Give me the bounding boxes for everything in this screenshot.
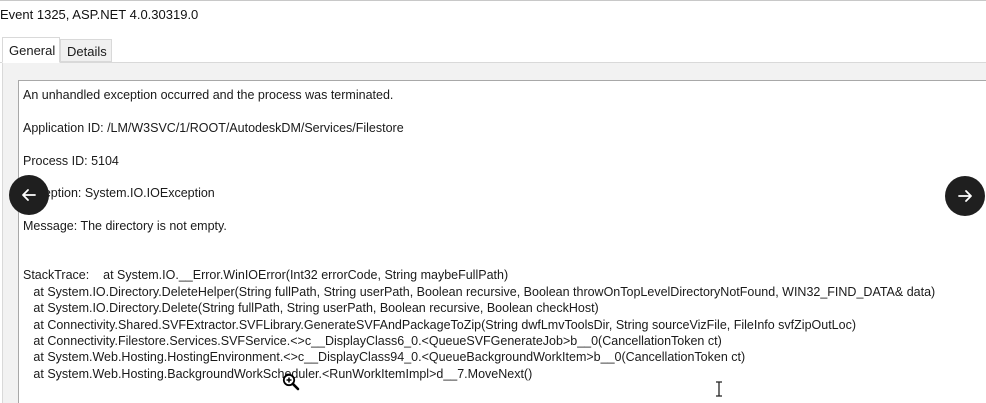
tab-strip: General Details	[0, 37, 986, 63]
exception-type: Exception: System.IO.IOException	[23, 186, 215, 201]
i-beam-cursor-icon	[716, 381, 722, 397]
event-summary: An unhandled exception occurred and the …	[23, 88, 394, 102]
stacktrace-line: at System.IO.Directory.DeleteHelper(Stri…	[23, 284, 936, 299]
stacktrace-line: at Connectivity.Filestore.Services.SVFSe…	[23, 334, 722, 348]
stacktrace-line: at System.IO.Directory.Delete(String ful…	[23, 301, 599, 316]
tab-details[interactable]: Details	[60, 39, 112, 62]
arrow-left-icon	[22, 189, 36, 201]
arrow-right-icon	[958, 190, 972, 202]
application-id: Application ID: /LM/W3SVC/1/ROOT/Autodes…	[23, 120, 404, 135]
event-properties-window: Event 1325, ASP.NET 4.0.30319.0 General …	[0, 0, 986, 403]
stacktrace-line: at System.Web.Hosting.BackgroundWorkSche…	[23, 366, 533, 381]
tab-general[interactable]: General	[2, 37, 60, 63]
zoom-in-cursor-icon	[282, 373, 300, 391]
next-button[interactable]	[945, 176, 985, 216]
window-title: Event 1325, ASP.NET 4.0.30319.0	[0, 7, 199, 22]
general-tab-panel: An unhandled exception occurred and the …	[2, 63, 986, 403]
title-bar: Event 1325, ASP.NET 4.0.30319.0	[0, 0, 986, 33]
event-description-textbox[interactable]: An unhandled exception occurred and the …	[18, 80, 986, 403]
exception-message: Message: The directory is not empty.	[23, 219, 227, 234]
process-id: Process ID: 5104	[23, 153, 119, 168]
previous-button[interactable]	[9, 175, 49, 215]
stacktrace-line: at System.Web.Hosting.HostingEnvironment…	[23, 350, 746, 365]
stacktrace-line: StackTrace: at System.IO.__Error.WinIOEr…	[23, 268, 509, 283]
stacktrace-line: at Connectivity.Shared.SVFExtractor.SVFL…	[23, 317, 856, 332]
